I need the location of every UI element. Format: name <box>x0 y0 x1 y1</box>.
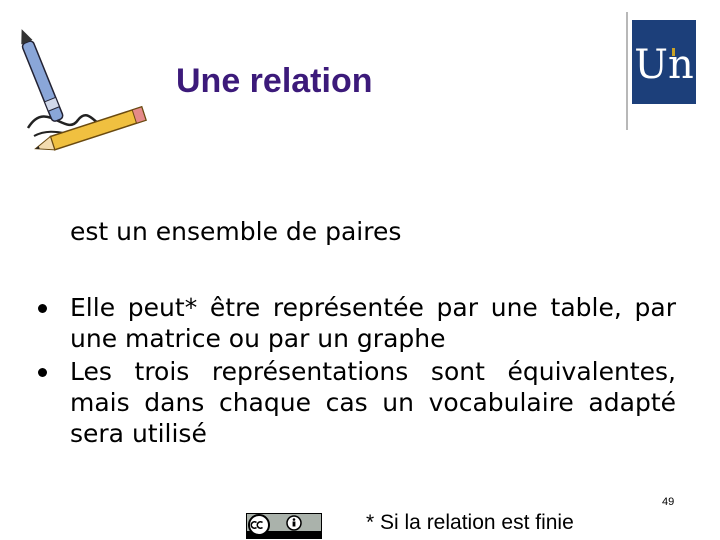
page-number: 49 <box>662 496 675 508</box>
logo-text: Un <box>634 42 693 88</box>
bullet-text: Elle peut* être représentée par une tabl… <box>70 293 676 353</box>
pen-and-pencil-clipart-icon <box>21 29 147 151</box>
university-logo: Un <box>632 20 696 104</box>
bullet-dot-icon <box>38 304 47 313</box>
bullet-item: Elle peut* être représentée par une tabl… <box>38 292 676 354</box>
footnote: * Si la relation est finie <box>366 511 574 534</box>
bullet-dot-icon <box>38 368 47 377</box>
university-logo-icon: Un <box>634 42 693 88</box>
bullet-list: Elle peut* être représentée par une tabl… <box>38 292 676 451</box>
bullet-text: Les trois représentations sont équivalen… <box>70 357 676 448</box>
intro-text: est un ensemble de paires <box>70 217 402 246</box>
slide-title: Une relation <box>176 62 373 100</box>
logo-divider <box>626 12 628 130</box>
bullet-item: Les trois représentations sont équivalen… <box>38 356 676 449</box>
creative-commons-by-badge-icon <box>246 513 322 539</box>
